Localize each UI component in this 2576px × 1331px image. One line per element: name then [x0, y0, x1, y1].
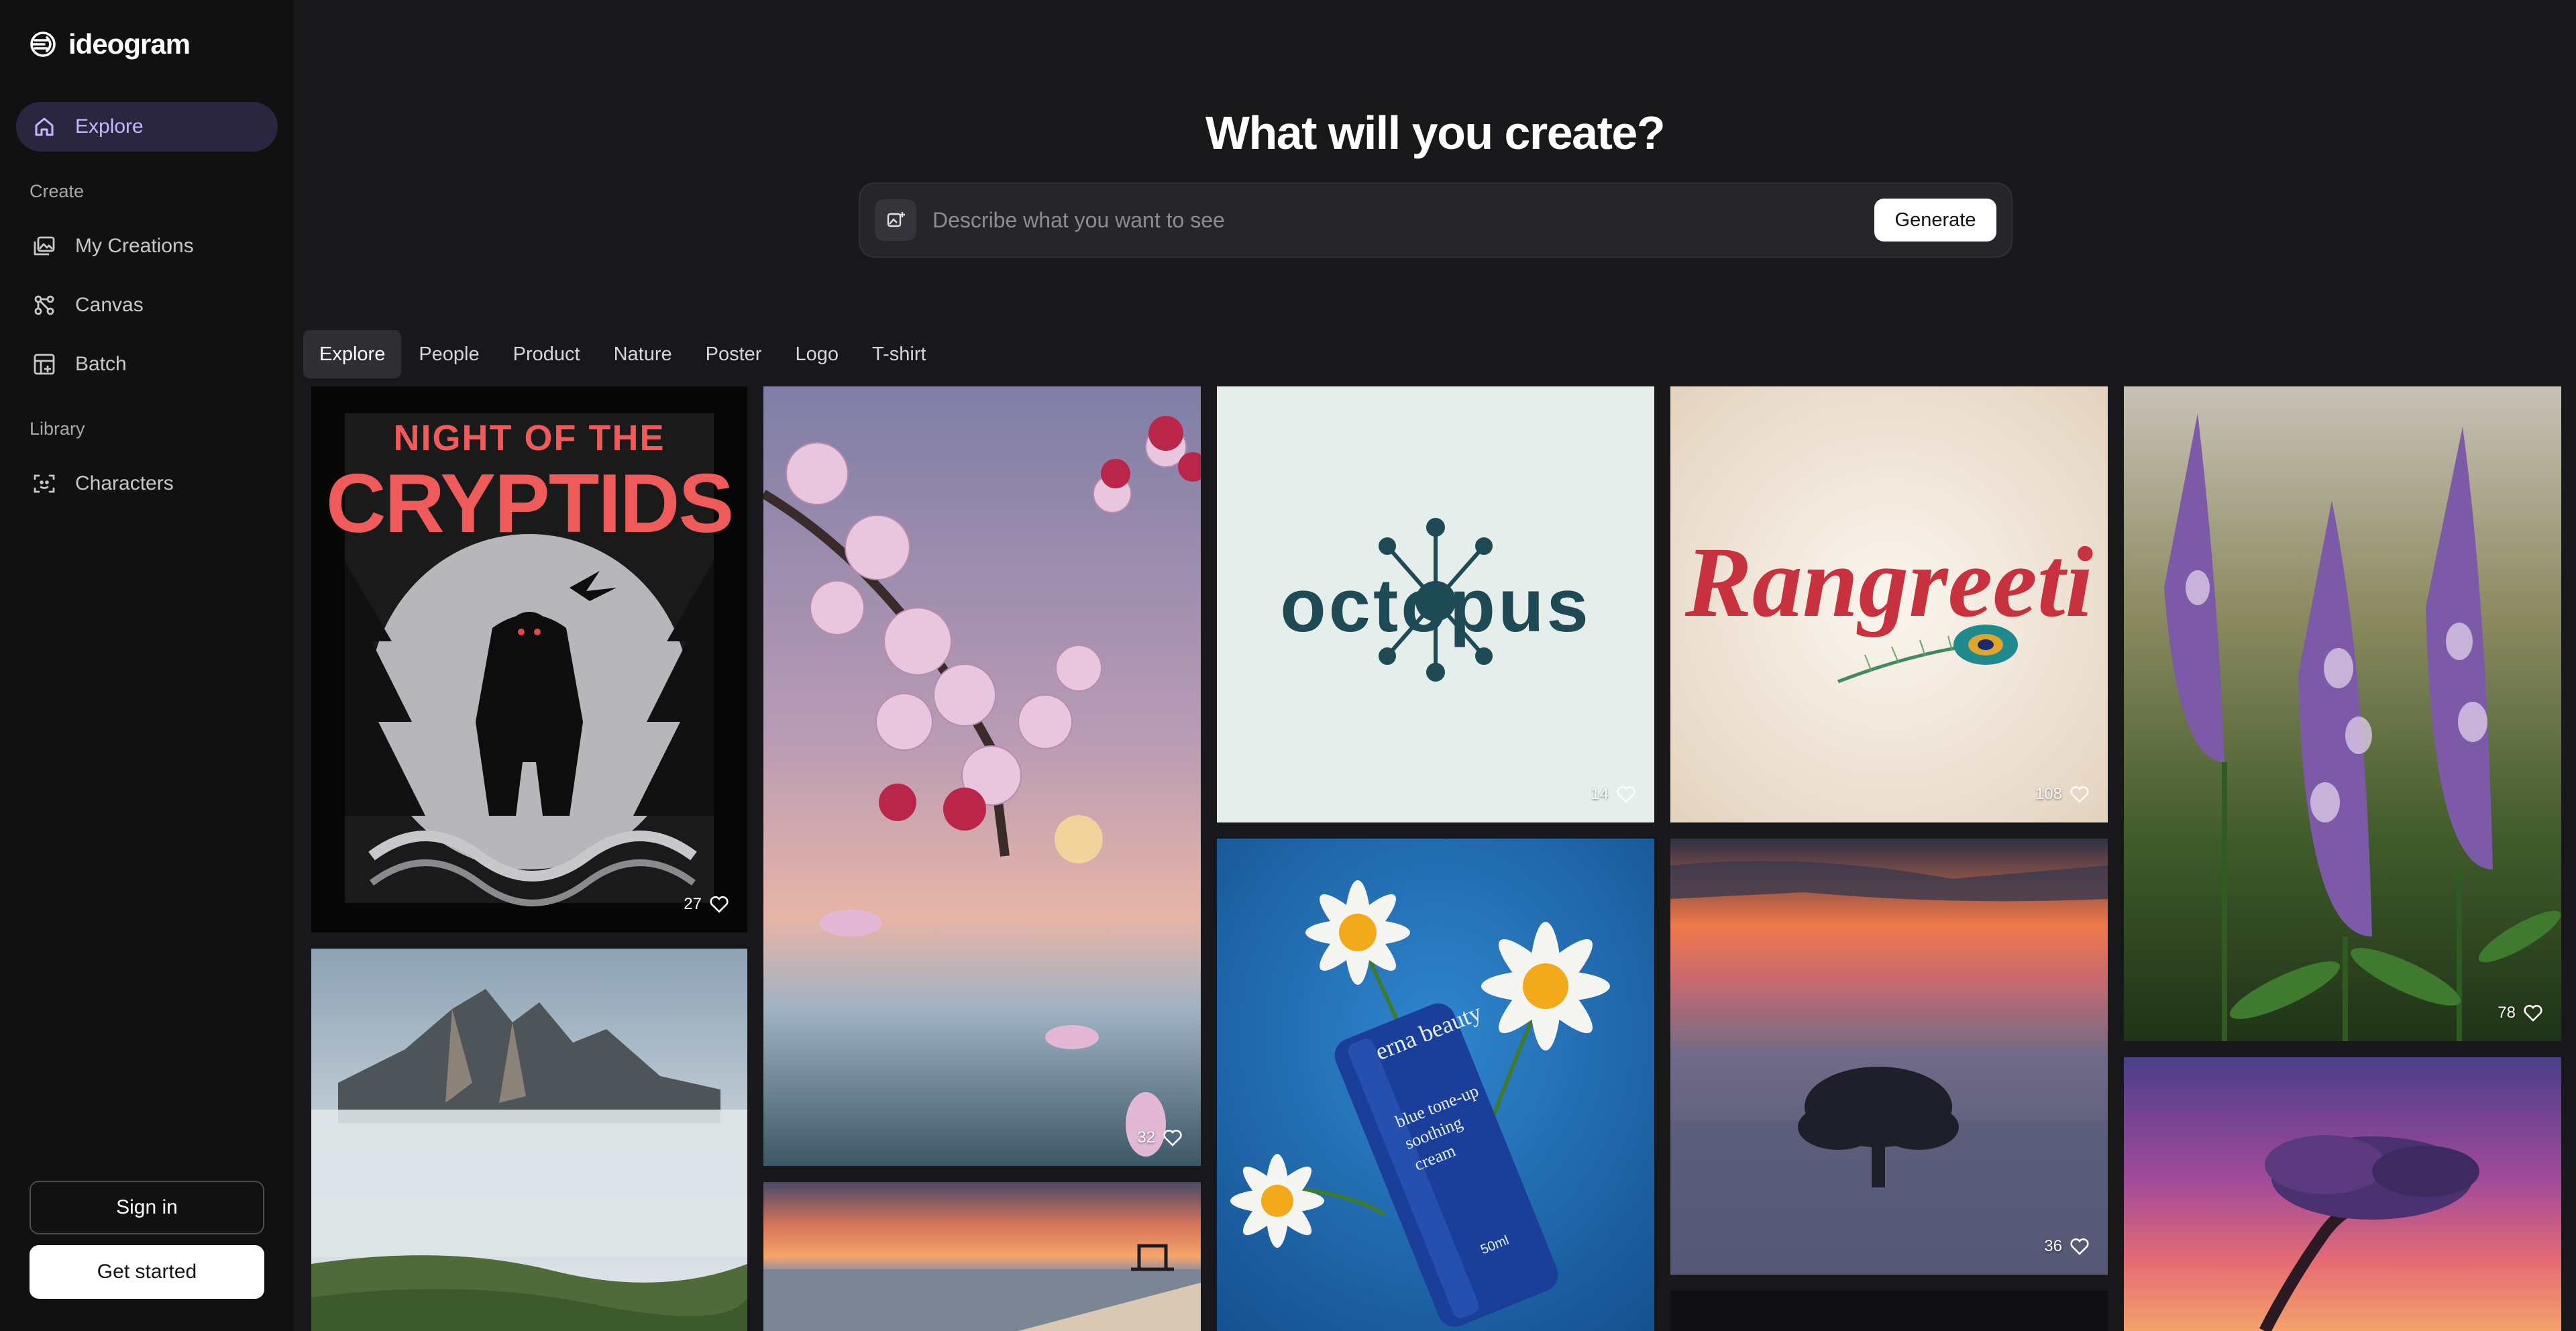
tab-poster[interactable]: Poster: [690, 330, 778, 378]
like-counter[interactable]: 27: [684, 894, 730, 915]
tab-people[interactable]: People: [402, 330, 495, 378]
batch-grid-icon: [34, 354, 55, 375]
like-count: 27: [684, 895, 702, 913]
heart-icon: [2070, 1238, 2089, 1255]
canvas-nodes-icon: [34, 295, 54, 315]
gallery-card-misty-mountains[interactable]: [311, 949, 747, 1331]
tab-tshirt[interactable]: T-shirt: [856, 330, 943, 378]
gallery-card-cryptids-poster[interactable]: NIGHT OF THE CRYPTIDS 27: [311, 386, 747, 933]
tab-product[interactable]: Product: [497, 330, 596, 378]
poster-title-line1: NIGHT OF THE: [393, 418, 665, 458]
section-create-heading: Create: [30, 181, 85, 201]
like-count: 32: [1137, 1128, 1155, 1147]
like-count: 36: [2044, 1237, 2062, 1255]
sidebar-item-batch[interactable]: Batch: [16, 339, 278, 389]
like-counter[interactable]: 78: [2498, 1002, 2544, 1024]
get-started-button[interactable]: Get started: [30, 1245, 264, 1299]
brand-name: ideogram: [68, 28, 191, 60]
like-count: 108: [2035, 785, 2062, 803]
gallery-card-cherry-blossom[interactable]: 32: [763, 386, 1201, 1166]
prompt-bar: Generate: [859, 182, 2012, 258]
gallery-card-misty-tree[interactable]: 36: [1670, 839, 2108, 1275]
gallery-card-sunset-beach[interactable]: [763, 1182, 1201, 1331]
skincare-product-image: [1217, 839, 1654, 1331]
page-title: What will you create?: [1205, 107, 1666, 159]
sidebar-item-label: Explore: [75, 115, 144, 138]
misty-mountains-image: [311, 949, 747, 1331]
octopus-logo-text: octopus: [1280, 564, 1591, 647]
sidebar-item-label: Batch: [75, 353, 127, 375]
ideogram-logo-icon: [30, 32, 56, 57]
sidebar-item-explore[interactable]: Explore: [16, 102, 278, 152]
tab-nature[interactable]: Nature: [598, 330, 688, 378]
gallery-card-purple-sunset-tree[interactable]: [2124, 1057, 2561, 1331]
rangreeti-logo-text: Rangreeti: [1684, 527, 2094, 638]
face-scan-icon: [34, 474, 55, 493]
tab-logo[interactable]: Logo: [779, 330, 855, 378]
purple-sunset-tree-image: [2124, 1057, 2561, 1331]
heart-icon: [1617, 786, 1635, 803]
image-upload-icon[interactable]: [875, 199, 916, 241]
sunset-beach-image: [763, 1182, 1201, 1331]
sidebar-item-label: Characters: [75, 472, 174, 494]
gallery-card-octopus-logo[interactable]: octopus 14: [1217, 386, 1654, 822]
misty-tree-image: [1670, 839, 2108, 1275]
heart-icon: [2070, 786, 2089, 803]
sidebar: ideogram Explore Create My Creations Can: [0, 0, 294, 1331]
lupine-flowers-image: [2124, 386, 2561, 1041]
brand-logo[interactable]: ideogram: [27, 28, 191, 60]
app: ideogram Explore Create My Creations Can: [0, 0, 2576, 1331]
tab-explore[interactable]: Explore: [303, 330, 402, 378]
gallery-card-rangreeti-logo[interactable]: Rangreeti 108: [1670, 386, 2108, 822]
like-counter[interactable]: 32: [1137, 1127, 1183, 1149]
gallery-card-partial[interactable]: [1670, 1291, 2108, 1331]
gallery-card-skincare-product[interactable]: erna beauty blue tone-up soothing cream …: [1217, 839, 1654, 1331]
cherry-blossom-image: [763, 386, 1201, 1166]
sidebar-item-canvas[interactable]: Canvas: [16, 280, 278, 330]
heart-icon: [2524, 1004, 2542, 1022]
like-count: 14: [1591, 785, 1609, 803]
filter-tabs: Explore People Product Nature Poster Log…: [303, 330, 943, 378]
like-counter[interactable]: 108: [2035, 784, 2090, 805]
heart-icon: [710, 896, 729, 913]
sidebar-item-characters[interactable]: Characters: [16, 459, 278, 509]
gallery-icon: [34, 236, 55, 256]
home-icon: [35, 117, 54, 136]
like-counter[interactable]: 14: [1591, 784, 1637, 805]
like-counter[interactable]: 36: [2044, 1236, 2090, 1257]
sidebar-item-label: Canvas: [75, 294, 144, 316]
sidebar-item-label: My Creations: [75, 235, 194, 257]
section-library-heading: Library: [30, 419, 85, 439]
gallery-card-lupine-flowers[interactable]: 78: [2124, 386, 2561, 1041]
sidebar-item-my-creations[interactable]: My Creations: [16, 221, 278, 271]
poster-title-line2: CRYPTIDS: [325, 458, 734, 550]
heart-icon: [1163, 1129, 1182, 1147]
like-count: 78: [2498, 1004, 2516, 1022]
sign-in-button[interactable]: Sign in: [30, 1181, 264, 1234]
prompt-input[interactable]: [932, 197, 1874, 244]
generate-button[interactable]: Generate: [1874, 199, 1996, 242]
